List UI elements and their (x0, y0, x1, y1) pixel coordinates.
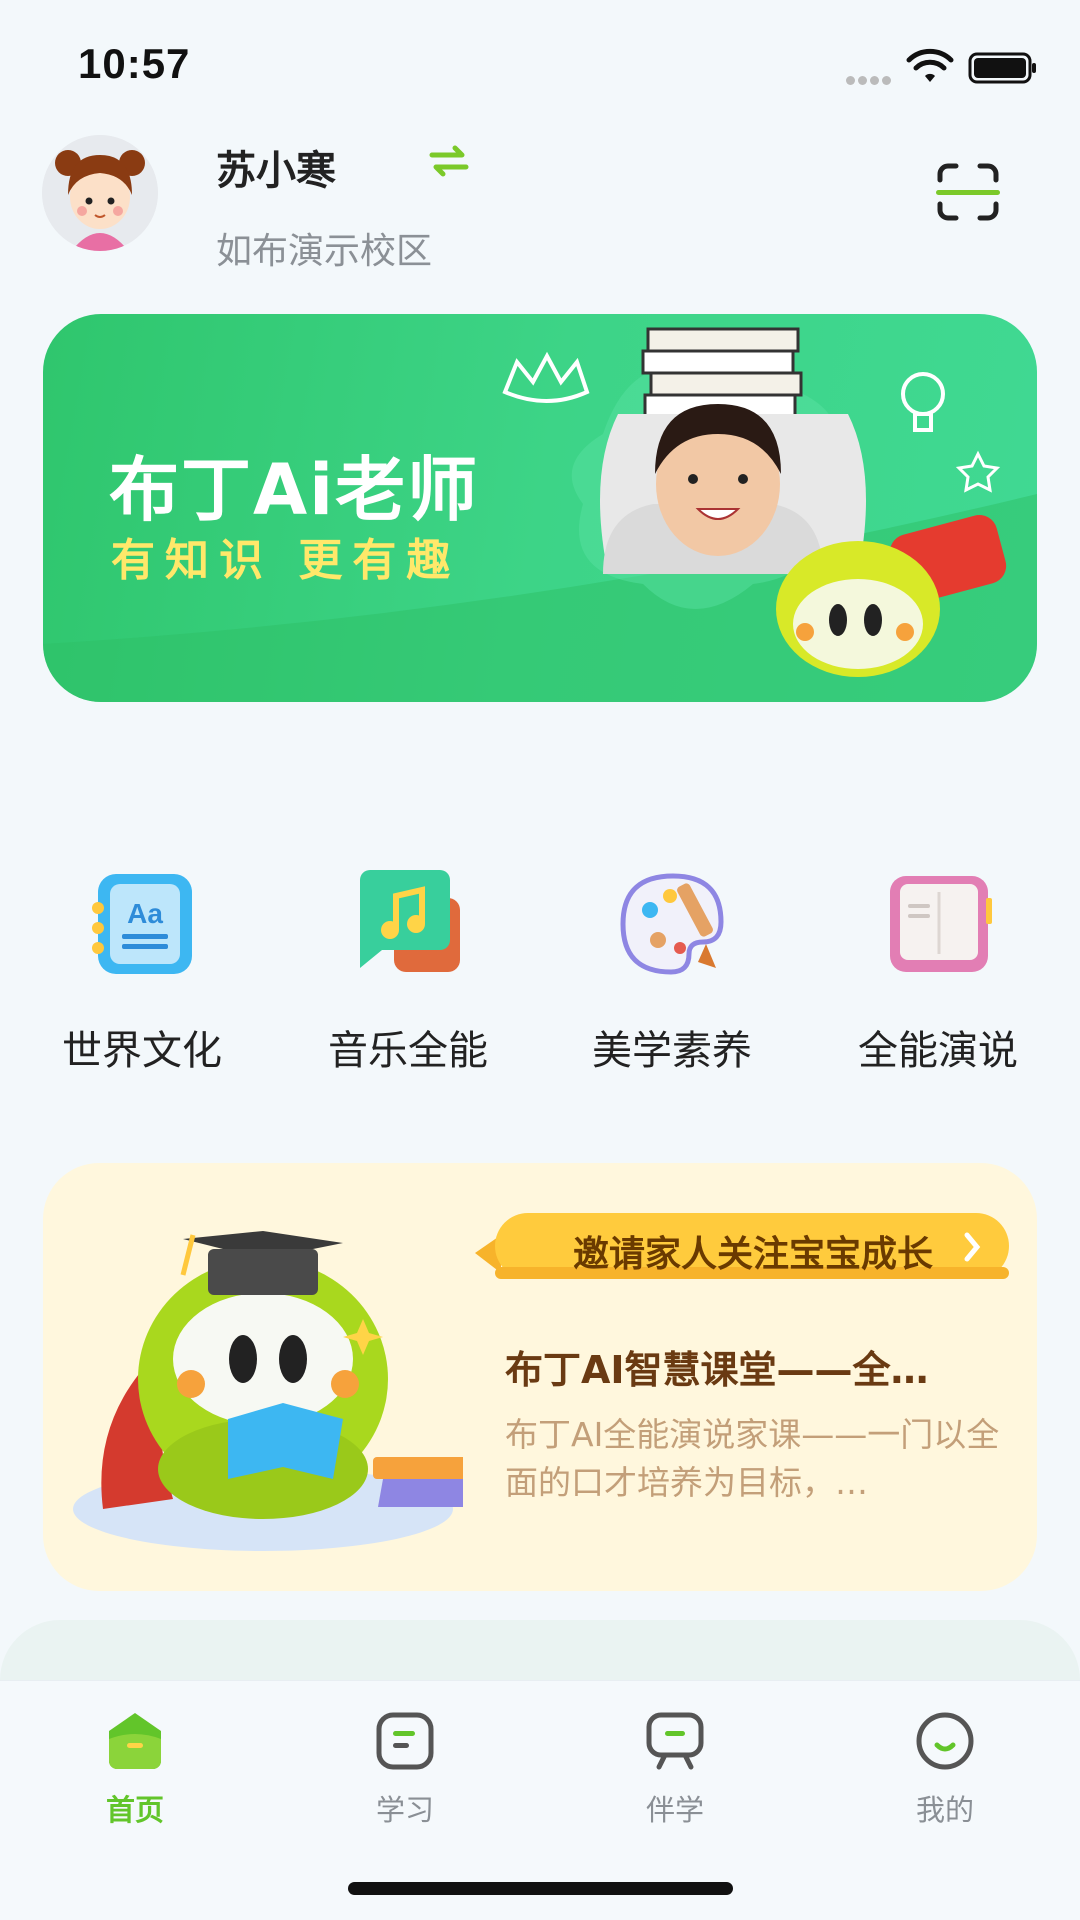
study-icon (376, 1712, 434, 1770)
promo-description: 布丁AI全能演说家课——一门以全面的口才培养为目标，… (505, 1415, 1000, 1502)
avatar[interactable] (42, 135, 158, 251)
banner-title: 布丁Ai老师 (109, 449, 480, 531)
tab-label: 我的 (915, 1793, 974, 1827)
companion-icon (646, 1712, 704, 1770)
switch-account-icon[interactable] (428, 144, 470, 178)
category-world-culture[interactable]: Aa 世界文化 (10, 868, 274, 1074)
book-icon (890, 876, 992, 972)
tab-label: 学习 (375, 1793, 434, 1827)
tab-label: 伴学 (645, 1793, 704, 1827)
mascot-graduate-illustration (73, 1231, 463, 1551)
promo-card[interactable]: 邀请家人关注宝宝成长 布丁AI智慧课堂——全… 布丁AI全能演说家课——一门以全… (43, 1163, 1037, 1591)
campus-name: 如布演示校区 (216, 231, 433, 272)
category-music[interactable]: 音乐全能 (276, 868, 540, 1074)
scan-icon[interactable] (936, 162, 1000, 222)
world-culture-icon: Aa (92, 874, 192, 974)
tab-label: 首页 (105, 1793, 164, 1827)
signal-icon (846, 70, 896, 85)
tab-profile[interactable]: 我的 (810, 1709, 1080, 1829)
user-name: 苏小寒 (216, 148, 336, 194)
category-label: 美学素养 (592, 1028, 752, 1074)
battery-icon (968, 52, 1036, 84)
tab-companion[interactable]: 伴学 (540, 1709, 810, 1829)
palette-icon (620, 873, 724, 975)
svg-text:Aa: Aa (127, 898, 163, 929)
promo-banner[interactable]: 布丁Ai老师 有知识 更有趣 (43, 314, 1037, 702)
category-label: 音乐全能 (328, 1028, 488, 1074)
profile-icon (916, 1712, 974, 1770)
banner-subtitle: 有知识 更有趣 (111, 535, 461, 586)
girl-avatar-icon (42, 135, 158, 251)
home-indicator (348, 1882, 733, 1895)
tab-study[interactable]: 学习 (270, 1709, 540, 1829)
status-time: 10:57 (78, 40, 191, 87)
category-aesthetics[interactable]: 美学素养 (540, 868, 804, 1074)
category-grid: Aa 世界文化 音乐全能 美学素养 全能演说 (0, 868, 1080, 1074)
wifi-icon (906, 48, 954, 82)
category-label: 全能演说 (858, 1028, 1018, 1074)
status-bar: 10:57 (0, 0, 1080, 120)
tab-home[interactable]: 首页 (0, 1709, 270, 1829)
category-label: 世界文化 (62, 1028, 222, 1074)
promo-title: 布丁AI智慧课堂——全… (505, 1348, 929, 1392)
music-icon (360, 870, 460, 972)
category-speech[interactable]: 全能演说 (806, 868, 1070, 1074)
invite-family-link[interactable]: 邀请家人关注宝宝成长 (573, 1225, 933, 1277)
home-icon (109, 1713, 161, 1769)
